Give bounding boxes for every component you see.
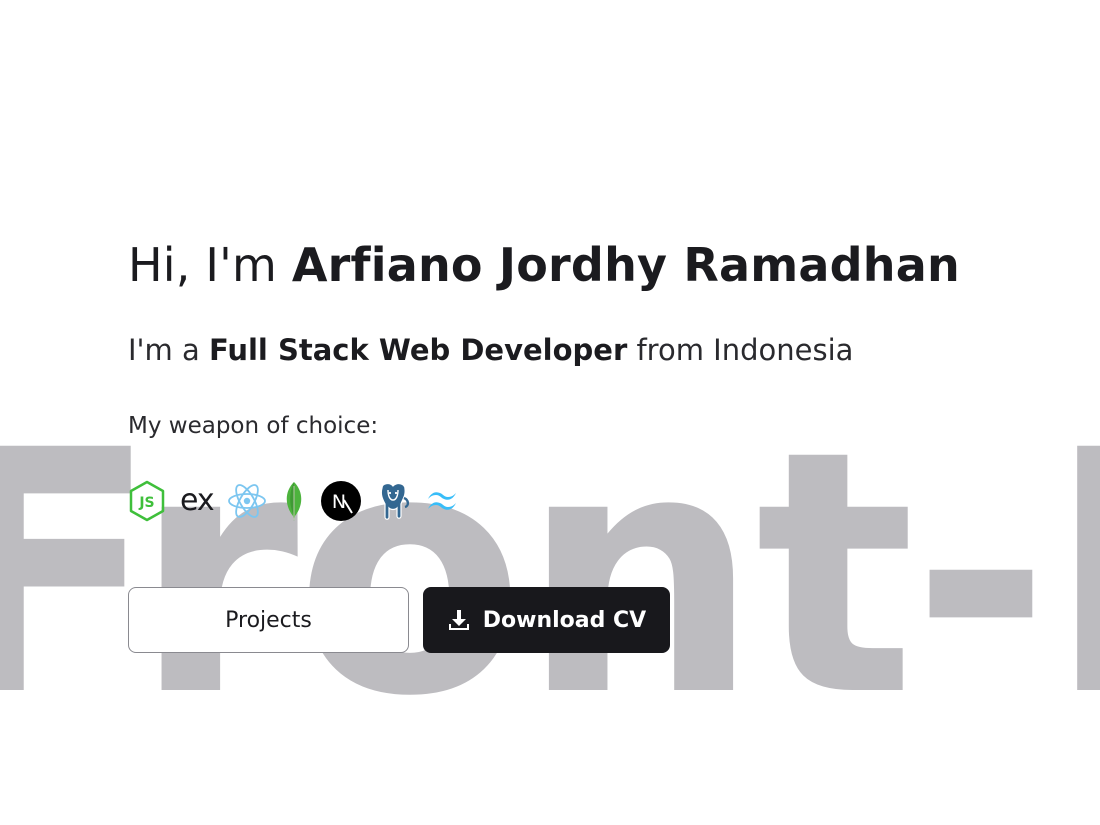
mongodb-icon xyxy=(280,480,308,522)
role-title: Full Stack Web Developer xyxy=(208,333,628,367)
express-icon: ex xyxy=(180,480,215,522)
page: Front-E Hi, I'm Arfiano Jordhy Ramadhan … xyxy=(0,0,1100,825)
role-suffix: from Indonesia xyxy=(627,333,854,367)
postgresql-icon xyxy=(374,480,412,522)
nodejs-icon: JS xyxy=(128,480,166,522)
nodejs-icon-label: JS xyxy=(138,495,154,511)
download-cv-button[interactable]: Download CV xyxy=(423,587,670,653)
hero-role: I'm a Full Stack Web Developer from Indo… xyxy=(128,333,853,367)
tech-stack-list: JS ex N xyxy=(128,480,472,522)
tailwind-icon xyxy=(424,480,460,522)
hero-actions: Projects Download CV xyxy=(128,587,670,653)
greeting-prefix: Hi, I'm xyxy=(128,238,292,292)
role-prefix: I'm a xyxy=(128,333,209,367)
projects-button-label: Projects xyxy=(225,607,312,633)
hero-greeting: Hi, I'm Arfiano Jordhy Ramadhan xyxy=(128,238,960,292)
weapon-label: My weapon of choice: xyxy=(128,413,379,439)
projects-button[interactable]: Projects xyxy=(128,587,409,653)
nextjs-icon-label: N xyxy=(332,491,346,513)
react-icon xyxy=(226,480,268,522)
nextjs-icon: N xyxy=(320,480,362,522)
download-icon xyxy=(447,608,471,632)
hero-name: Arfiano Jordhy Ramadhan xyxy=(291,238,960,292)
download-cv-button-label: Download CV xyxy=(482,607,647,633)
express-icon-label: ex xyxy=(180,483,215,518)
background-watermark-text: Front-E xyxy=(0,380,1100,770)
